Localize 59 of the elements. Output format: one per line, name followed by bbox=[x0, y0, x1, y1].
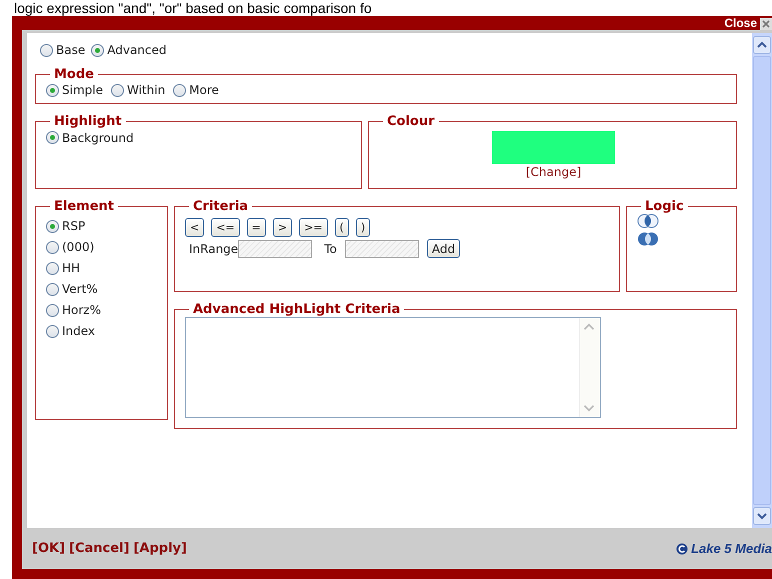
radio-button[interactable] bbox=[173, 84, 186, 96]
radio-option[interactable]: Vert% bbox=[46, 282, 159, 296]
footer-link[interactable]: [OK] bbox=[32, 541, 66, 556]
radio-button[interactable] bbox=[46, 262, 59, 274]
group-legend: Logic bbox=[641, 199, 688, 214]
radio-option[interactable]: HH bbox=[46, 261, 159, 275]
radio-option[interactable]: Index bbox=[46, 324, 159, 338]
and-venn-icon[interactable] bbox=[637, 231, 659, 247]
radio-button[interactable] bbox=[46, 220, 59, 232]
range-to-field[interactable] bbox=[344, 240, 419, 258]
to-label: To bbox=[324, 242, 337, 256]
radio-option[interactable]: (000) bbox=[46, 240, 159, 254]
radio-option[interactable]: Within bbox=[110, 83, 166, 97]
operator-button[interactable]: <= bbox=[211, 218, 240, 237]
operator-button[interactable]: = bbox=[246, 218, 266, 237]
range-label: InRange bbox=[189, 242, 238, 256]
radio-button[interactable] bbox=[46, 282, 59, 296]
radio-button[interactable] bbox=[46, 304, 59, 316]
logo-icon bbox=[676, 542, 688, 554]
radio-option[interactable]: More bbox=[173, 83, 219, 97]
radio-option[interactable]: Base bbox=[40, 43, 86, 57]
close-icon[interactable] bbox=[760, 18, 772, 30]
group-legend: Advanced HighLight Criteria bbox=[189, 302, 404, 317]
range-from-field[interactable] bbox=[238, 240, 312, 258]
radio-option[interactable]: Simple bbox=[46, 83, 103, 97]
criteria-text-area[interactable] bbox=[185, 317, 601, 418]
radio-button[interactable] bbox=[46, 131, 59, 144]
scroll-thumb[interactable] bbox=[753, 56, 771, 505]
close-link[interactable]: Close bbox=[724, 16, 757, 30]
radio-button[interactable] bbox=[110, 84, 124, 96]
group-legend: Element bbox=[50, 199, 118, 214]
operator-button[interactable]: > bbox=[272, 218, 292, 237]
radio-button[interactable] bbox=[40, 44, 53, 56]
operator-button[interactable]: ) bbox=[356, 218, 370, 237]
or-venn-icon[interactable] bbox=[637, 213, 659, 229]
radio-button[interactable] bbox=[91, 44, 104, 56]
group-legend: Colour bbox=[383, 114, 439, 129]
radio-option[interactable]: RSP bbox=[46, 219, 159, 233]
radio-option[interactable]: Advanced bbox=[91, 43, 167, 57]
operator-button[interactable]: >= bbox=[299, 218, 328, 237]
radio-button[interactable] bbox=[46, 240, 59, 254]
scroll-up-icon[interactable] bbox=[753, 36, 771, 54]
radio-option[interactable]: Horz% bbox=[46, 303, 159, 317]
change-link[interactable]: [Change] bbox=[526, 165, 582, 179]
add-button[interactable]: Add bbox=[426, 239, 460, 258]
operator-button[interactable]: < bbox=[185, 218, 204, 237]
radio-button[interactable] bbox=[46, 324, 59, 338]
brand-name: Lake 5 Media bbox=[691, 541, 772, 556]
scrollbar[interactable] bbox=[752, 33, 772, 528]
group-legend: Highlight bbox=[50, 114, 126, 129]
operator-button[interactable]: ( bbox=[334, 218, 349, 237]
group-legend: Criteria bbox=[189, 199, 252, 214]
scroll-down-icon[interactable] bbox=[753, 507, 771, 525]
background-text: logic expression "and", "or" based on basic comparison fo bbox=[13, 0, 373, 16]
footer-link[interactable]: [Cancel] bbox=[69, 541, 130, 556]
radio-option[interactable]: Background bbox=[46, 130, 134, 144]
footer-link[interactable]: [Apply] bbox=[133, 541, 187, 556]
radio-button[interactable] bbox=[46, 84, 59, 96]
group-legend: Mode bbox=[50, 67, 98, 82]
